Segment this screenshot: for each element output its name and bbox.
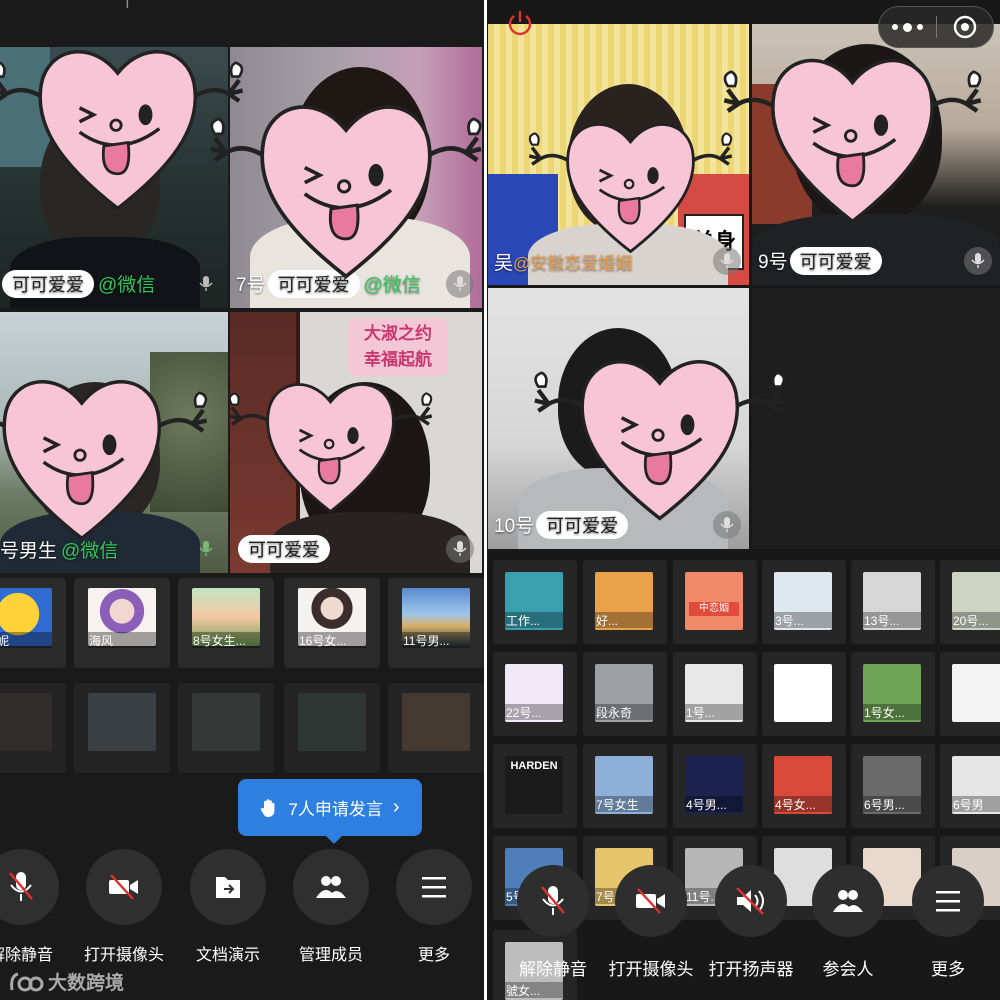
participant-thumb[interactable]: 段永奇 <box>583 652 667 736</box>
participant-thumb[interactable]: 8号女生... <box>178 578 274 668</box>
screenshot-root: · · · | · · · 可可爱爱@微信 7号可可爱爱@微信 <box>0 0 1000 1000</box>
mini-program-capsule <box>878 6 994 48</box>
participant-thumb[interactable]: 13号... <box>851 560 935 644</box>
participant-name: 吴@安徽恋爱婚姻 <box>494 253 633 274</box>
participant-thumb-name: 3号... <box>774 612 832 628</box>
banner-sign: 大淑之约 幸福起航 <box>348 318 448 376</box>
participant-name: 9号 可可爱爱 <box>758 247 882 275</box>
chevron-right-icon: › <box>392 796 400 818</box>
close-target-icon[interactable] <box>937 14 993 40</box>
mic-icon <box>192 535 220 563</box>
open-speaker-button[interactable]: 打开扬声器 <box>701 865 801 980</box>
participant-thumb[interactable]: 16号女... <box>284 578 380 668</box>
participant-thumb-name: 工作... <box>505 612 563 628</box>
participant-thumb-name: 20号... <box>952 612 1000 628</box>
participant-thumb[interactable]: 1号... <box>673 652 757 736</box>
video-tile-1[interactable]: 可可爱爱 @微信 <box>0 47 228 308</box>
participant-thumb[interactable]: 好... <box>583 560 667 644</box>
folder-share-icon <box>216 877 240 898</box>
members-icon <box>833 890 863 912</box>
mic-icon <box>446 270 474 298</box>
video-tile-r2[interactable]: 9号 可可爱爱 <box>752 24 1000 285</box>
mic-icon <box>713 511 741 539</box>
mic-muted-icon <box>9 872 33 901</box>
participant-thumb[interactable]: 雅妮 <box>0 578 66 668</box>
mic-muted-icon <box>192 270 220 298</box>
participant-thumb[interactable]: 海风 <box>74 578 170 668</box>
participant-thumb-name: 好... <box>595 612 653 628</box>
participant-thumb[interactable] <box>762 652 846 736</box>
participant-thumb[interactable] <box>940 652 1000 736</box>
participant-thumb-name: 段永奇 <box>595 704 653 720</box>
participant-thumb[interactable]: HARDEN <box>493 744 577 828</box>
raise-hand-requests-button[interactable]: 7人申请发言 › <box>238 779 422 844</box>
participant-thumb[interactable]: 3号... <box>762 560 846 644</box>
participant-thumb[interactable]: 22号... <box>493 652 577 736</box>
participant-thumb[interactable]: 4号男... <box>673 744 757 828</box>
participant-thumb-name: 4号男... <box>685 796 743 812</box>
participant-thumb[interactable]: 11号男... <box>388 578 484 668</box>
open-camera-button[interactable]: 打开摄像头 <box>601 865 701 980</box>
mic-icon <box>713 247 741 275</box>
document-presentation-button[interactable]: 文档演示 <box>178 849 278 965</box>
participant-thumb[interactable]: 4号女... <box>762 744 846 828</box>
speaker-off-icon <box>736 887 764 915</box>
participant-thumb[interactable] <box>0 683 66 773</box>
raise-hand-icon <box>261 798 275 817</box>
empty-video-slot <box>752 288 1000 549</box>
video-tile-4[interactable]: 大淑之约 幸福起航 可可爱爱 <box>230 312 482 573</box>
mic-icon <box>964 247 992 275</box>
participant-name: 可可爱爱 <box>236 535 330 563</box>
menu-icon <box>936 891 960 912</box>
unmute-button[interactable]: 解除静音 <box>503 865 603 980</box>
participants-button[interactable]: 参会人 <box>798 865 898 980</box>
participant-thumb[interactable] <box>178 683 274 773</box>
camera-off-icon <box>109 874 138 900</box>
participant-name: 10号 可可爱爱 <box>494 511 629 539</box>
mic-muted-icon <box>541 886 565 915</box>
right-meeting-panel: 单身 吴@安徽恋爱婚姻 9号可可爱爱 <box>487 0 1000 1000</box>
participant-thumb-name: 6号男... <box>863 796 921 812</box>
members-icon <box>316 876 346 898</box>
more-button[interactable]: 更多 <box>898 865 998 980</box>
participant-thumb-name: 7号女生 <box>595 796 653 812</box>
participant-thumb-name: 1号... <box>685 704 743 720</box>
unmute-button[interactable]: 解除静音 <box>0 849 71 965</box>
open-camera-button[interactable]: 打开摄像头 <box>74 849 174 965</box>
top-status-text: · · · | · · · <box>92 0 163 9</box>
participant-thumb[interactable] <box>74 683 170 773</box>
participant-thumb[interactable]: 20号... <box>940 560 1000 644</box>
participant-thumb-name: 6号男 <box>952 796 1000 812</box>
participant-name: 可可爱爱 @微信 <box>0 270 155 298</box>
participant-thumb-name: 13号... <box>863 612 921 628</box>
participant-thumb[interactable] <box>388 683 484 773</box>
participant-thumb-name: 22号... <box>505 704 563 720</box>
left-meeting-panel: · · · | · · · 可可爱爱@微信 7号可可爱爱@微信 <box>0 0 484 1000</box>
camera-off-icon <box>636 888 665 914</box>
participant-thumb[interactable]: 工作... <box>493 560 577 644</box>
participant-thumb[interactable]: 6号男 <box>940 744 1000 828</box>
logo-icon <box>10 972 44 991</box>
video-tile-2[interactable]: 7号 可可爱爱 @微信 <box>230 47 482 308</box>
mic-icon <box>446 535 474 563</box>
participant-thumb-name: 4号女... <box>774 796 832 812</box>
watermark-logo: 大数跨境 <box>8 968 124 995</box>
video-tile-r3[interactable]: 10号 可可爱爱 <box>488 288 749 549</box>
power-icon[interactable] <box>505 8 535 38</box>
participant-name: 7号 可可爱爱 @微信 <box>236 270 421 298</box>
more-options-icon[interactable] <box>879 22 936 32</box>
video-tile-r1[interactable]: 单身 吴@安徽恋爱婚姻 <box>488 24 749 285</box>
participant-thumb[interactable]: 6号男... <box>851 744 935 828</box>
menu-icon <box>422 877 446 898</box>
participant-thumb[interactable]: 中恋姻 <box>673 560 757 644</box>
participant-thumb[interactable]: 1号女... <box>851 652 935 736</box>
participant-thumb[interactable]: 7号女生 <box>583 744 667 828</box>
more-button[interactable]: 更多 <box>384 849 484 965</box>
raise-hand-label: 7人申请发言 <box>288 800 383 819</box>
participant-name: 号男生 @微信 <box>0 541 119 562</box>
manage-members-button[interactable]: 管理成员 <box>281 849 381 965</box>
participant-thumb-name: 1号女... <box>863 704 921 720</box>
participant-thumb[interactable] <box>284 683 380 773</box>
video-tile-3[interactable]: 号男生 @微信 <box>0 312 228 573</box>
